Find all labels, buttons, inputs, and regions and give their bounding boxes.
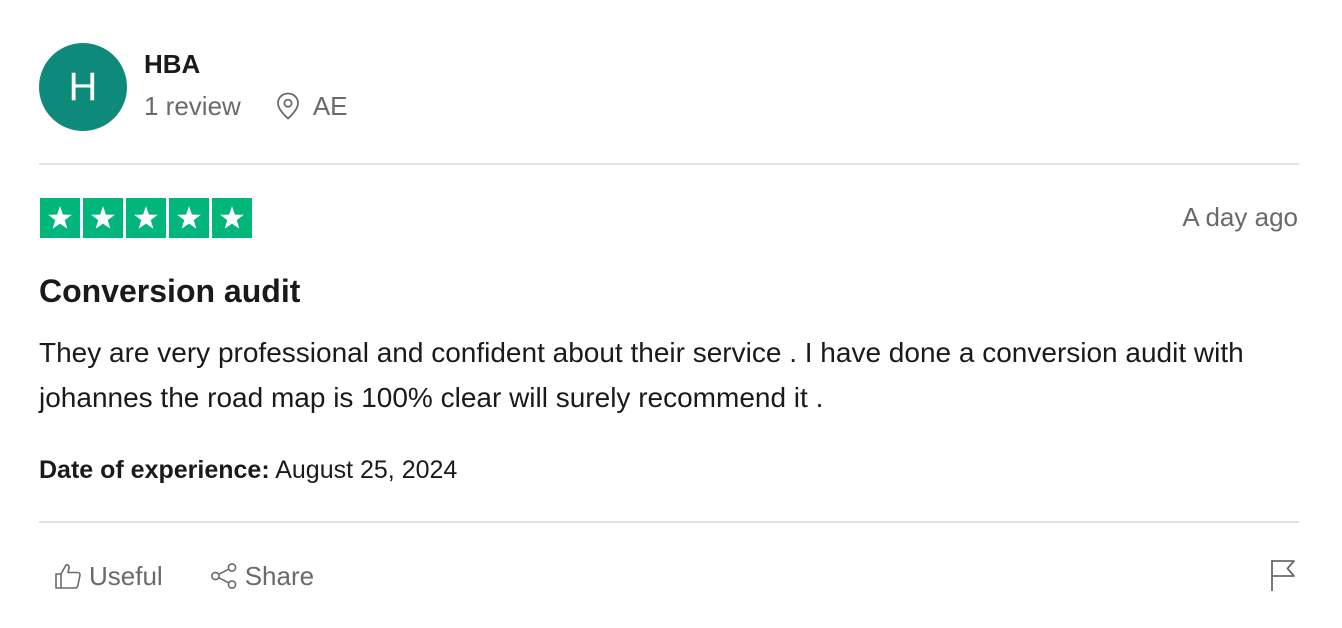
star-3 (126, 198, 166, 238)
star-2 (83, 198, 123, 238)
star-icon (220, 206, 244, 229)
star-icon (134, 206, 158, 229)
date-of-experience: Date of experience: August 25, 2024 (39, 455, 457, 485)
experience-label: Date of experience: (39, 456, 270, 484)
star-5 (212, 198, 252, 238)
experience-date: August 25, 2024 (275, 456, 458, 484)
map-pin-icon (276, 92, 299, 120)
star-icon (177, 206, 201, 229)
star-1 (40, 198, 80, 238)
avatar[interactable]: H (39, 43, 127, 131)
report-button[interactable] (1268, 558, 1298, 592)
thumbs-up-icon (55, 564, 81, 589)
review-actions: Useful Share (53, 558, 314, 594)
reviewer-location: AE (312, 91, 348, 121)
star-icon (91, 206, 115, 229)
star-rating (40, 198, 252, 238)
star-icon (48, 206, 72, 229)
useful-button[interactable]: Useful (53, 561, 163, 591)
reviewer-meta: 1 review AE (144, 91, 348, 121)
review-body: They are very professional and confident… (39, 337, 1244, 413)
reviewer-header: H HBA 1 review AE (39, 43, 1299, 131)
useful-label: Useful (89, 561, 163, 591)
review-card: H HBA 1 review AE A day ago Conversion a… (39, 0, 1299, 628)
share-button[interactable]: Share (209, 561, 314, 591)
star-4 (169, 198, 209, 238)
share-icon (210, 563, 237, 589)
review-date: A day ago (1182, 202, 1298, 232)
review-count: 1 review (144, 91, 241, 121)
review-title[interactable]: Conversion audit (39, 272, 300, 310)
divider (39, 163, 1299, 165)
reviewer-name[interactable]: HBA (144, 49, 200, 79)
divider (39, 521, 1299, 523)
flag-icon (1271, 560, 1295, 591)
share-label: Share (244, 561, 315, 591)
